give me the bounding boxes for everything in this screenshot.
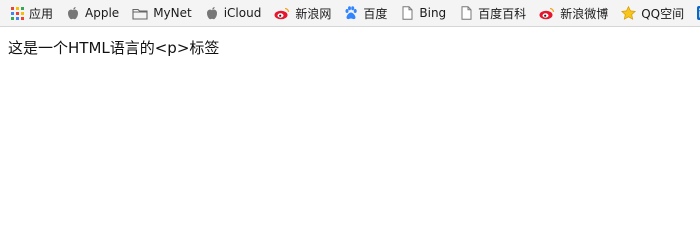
bookmark-apple[interactable]: Apple [66, 0, 120, 26]
apple-icon [205, 6, 219, 20]
bookmark-mynet[interactable]: MyNet [132, 0, 192, 26]
bookmark-baidu-baike[interactable]: 百度百科 [459, 0, 527, 26]
bookmark-label: Apple [85, 6, 120, 20]
bookmark-label: 应用 [29, 6, 54, 21]
bookmark-label: QQ空间 [641, 6, 685, 21]
page-paragraph: 这是一个HTML语言的<p>标签 [8, 39, 220, 57]
bookmark-label: 百度 [363, 6, 388, 21]
bookmark-qzone[interactable]: QQ空间 [621, 0, 685, 26]
bookmark-label: MyNet [153, 6, 192, 20]
bookmark-bing[interactable]: Bing [400, 0, 447, 26]
bookmark-sina-weibo[interactable]: 新浪微博 [539, 0, 609, 26]
folder-icon [132, 6, 148, 20]
bookmarks-bar: 应用 Apple MyNet iCloud 新浪网 百度 Bing 百度百科 新… [0, 0, 700, 27]
weibo-icon [539, 6, 555, 20]
weibo-icon [274, 6, 290, 20]
bookmark-icloud[interactable]: iCloud [205, 0, 262, 26]
star-icon [621, 6, 637, 20]
bookmark-label: 百度百科 [478, 6, 527, 21]
bookmark-sina[interactable]: 新浪网 [274, 0, 332, 26]
page-icon [459, 6, 473, 20]
bookmark-label: Bing [419, 6, 447, 20]
apple-icon [66, 6, 80, 20]
apps-grid-icon [10, 6, 24, 20]
bookmark-apps[interactable]: 应用 [10, 0, 54, 26]
bookmark-label: 新浪微博 [560, 6, 609, 21]
baidu-paw-icon [344, 6, 358, 20]
bookmark-baidu[interactable]: 百度 [344, 0, 388, 26]
bookmark-label: iCloud [223, 6, 262, 20]
bookmark-label: 新浪网 [295, 6, 332, 21]
page-icon [400, 6, 414, 20]
